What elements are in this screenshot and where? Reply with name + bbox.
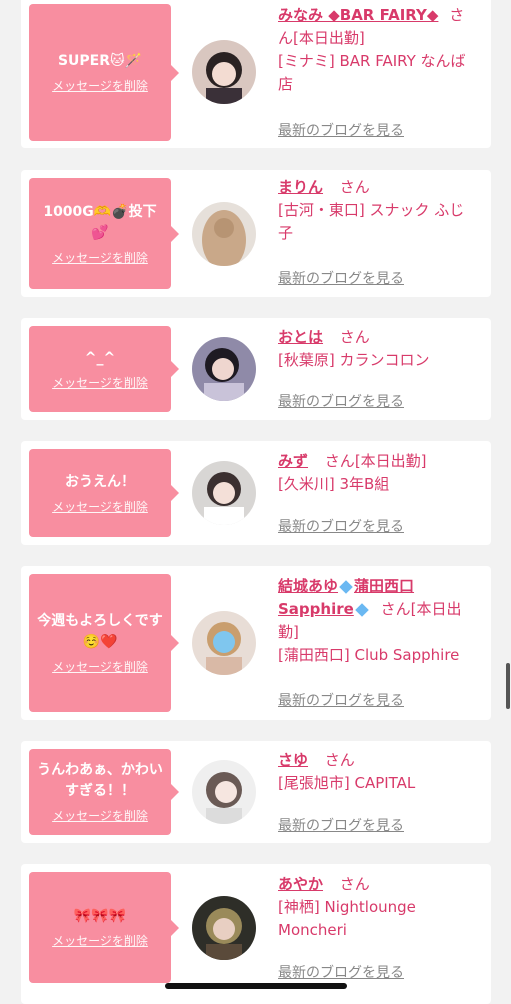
cast-name-link[interactable]: おとは [278,328,323,346]
shop-name: [神栖] Nightlounge Moncheri [278,898,416,939]
delete-message-link[interactable]: メッセージを削除 [52,77,148,94]
honorific: さん [324,751,355,769]
avatar[interactable] [192,760,256,824]
cast-info: さゆ さん [尾張旭市] CAPITAL [278,749,476,795]
message-bubble: 🎀🎀🎀 メッセージを削除 [29,872,179,983]
latest-blog-link[interactable]: 最新のブログを見る [278,690,404,710]
shop-name: [秋葉原] カランコロン [278,351,430,369]
delete-message-link[interactable]: メッセージを削除 [52,498,148,515]
message-bubble: ^_^ メッセージを削除 [29,326,179,412]
honorific: さん [339,875,370,893]
message-text: おうえん！ [65,473,135,490]
message-bubble: うんわあぁ、かわいすぎる！！ メッセージを削除 [29,749,179,835]
honorific: さん [324,452,355,470]
avatar[interactable] [192,337,256,401]
shop-name: [尾張旭市] CAPITAL [278,774,416,792]
latest-blog-link[interactable]: 最新のブログを見る [278,962,404,982]
message-bubble: SUPER🐱🪄 メッセージを削除 [29,4,179,141]
scrollbar[interactable] [506,663,510,709]
attendance-status: [本日出勤] [354,452,427,470]
message-bubble: 今週もよろしくです☺️❤️ メッセージを削除 [29,574,179,712]
message-card: おうえん！ メッセージを削除 みず さん[本日出勤] [久米川] 3年B組 最新… [21,441,491,545]
cast-info: おとは さん [秋葉原] カランコロン [278,326,476,372]
message-text: ^_^ [84,349,116,366]
honorific: さん [339,328,370,346]
cast-name-link[interactable]: まりん [278,178,323,196]
avatar[interactable] [192,40,256,104]
message-text: 1000G🫶💣投下💕 [43,203,157,241]
attendance-status: [本日出勤] [293,29,365,47]
honorific: さん [380,600,411,618]
delete-message-link[interactable]: メッセージを削除 [52,374,148,391]
honorific: さん [339,178,370,196]
message-text: うんわあぁ、かわいすぎる！！ [37,762,163,799]
shop-name: [蒲田西口] Club Sapphire [278,646,460,664]
avatar[interactable] [192,202,256,266]
message-text: 🎀🎀🎀 [73,908,127,924]
message-bubble: おうえん！ メッセージを削除 [29,449,179,537]
avatar[interactable] [192,611,256,675]
shop-name: [ミナミ] BAR FAIRY なんば店 [278,52,466,93]
delete-message-link[interactable]: メッセージを削除 [52,807,148,824]
message-card: うんわあぁ、かわいすぎる！！ メッセージを削除 さゆ さん [尾張旭市] CAP… [21,741,491,843]
message-text: 今週もよろしくです☺️❤️ [37,613,163,650]
avatar[interactable] [192,461,256,525]
latest-blog-link[interactable]: 最新のブログを見る [278,391,404,411]
message-card: 1000G🫶💣投下💕 メッセージを削除 まりん さん [古河・東口] スナック … [21,170,491,297]
cast-name-link[interactable]: みなみ ◆BAR FAIRY◆ [278,6,438,24]
shop-name: [久米川] 3年B組 [278,475,390,493]
cast-name-link[interactable]: あやか [278,875,323,893]
latest-blog-link[interactable]: 最新のブログを見る [278,815,404,835]
message-card: SUPER🐱🪄 メッセージを削除 みなみ ◆BAR FAIRY◆ さん[本日出勤… [21,0,491,148]
cast-info: みず さん[本日出勤] [久米川] 3年B組 [278,450,476,496]
delete-message-link[interactable]: メッセージを削除 [52,932,148,949]
delete-message-link[interactable]: メッセージを削除 [52,249,148,266]
shop-name: [古河・東口] スナック ふじ子 [278,201,465,242]
message-card: 今週もよろしくです☺️❤️ メッセージを削除 結城あゆ 蒲田西口 Sapphire… [21,566,491,720]
cast-name-link[interactable]: さゆ [278,751,308,769]
latest-blog-link[interactable]: 最新のブログを見る [278,268,404,288]
cast-info: 結城あゆ 蒲田西口 Sapphire さん[本日出勤] [蒲田西口] Club S… [278,575,476,667]
cast-info: みなみ ◆BAR FAIRY◆ さん[本日出勤] [ミナミ] BAR FAIRY… [278,4,476,96]
cast-info: あやか さん [神栖] Nightlounge Moncheri [278,873,476,942]
cast-name-link[interactable]: みず [278,452,308,470]
latest-blog-link[interactable]: 最新のブログを見る [278,120,404,140]
message-text: SUPER🐱🪄 [57,53,143,69]
avatar[interactable] [192,896,256,960]
home-indicator[interactable] [165,983,347,989]
message-card: ^_^ メッセージを削除 おとは さん [秋葉原] カランコロン 最新のブログを… [21,318,491,420]
cast-info: まりん さん [古河・東口] スナック ふじ子 [278,176,476,245]
diamond-icon [355,602,369,617]
message-bubble: 1000G🫶💣投下💕 メッセージを削除 [29,178,179,289]
diamond-icon [339,579,353,594]
latest-blog-link[interactable]: 最新のブログを見る [278,516,404,536]
delete-message-link[interactable]: メッセージを削除 [52,658,148,675]
